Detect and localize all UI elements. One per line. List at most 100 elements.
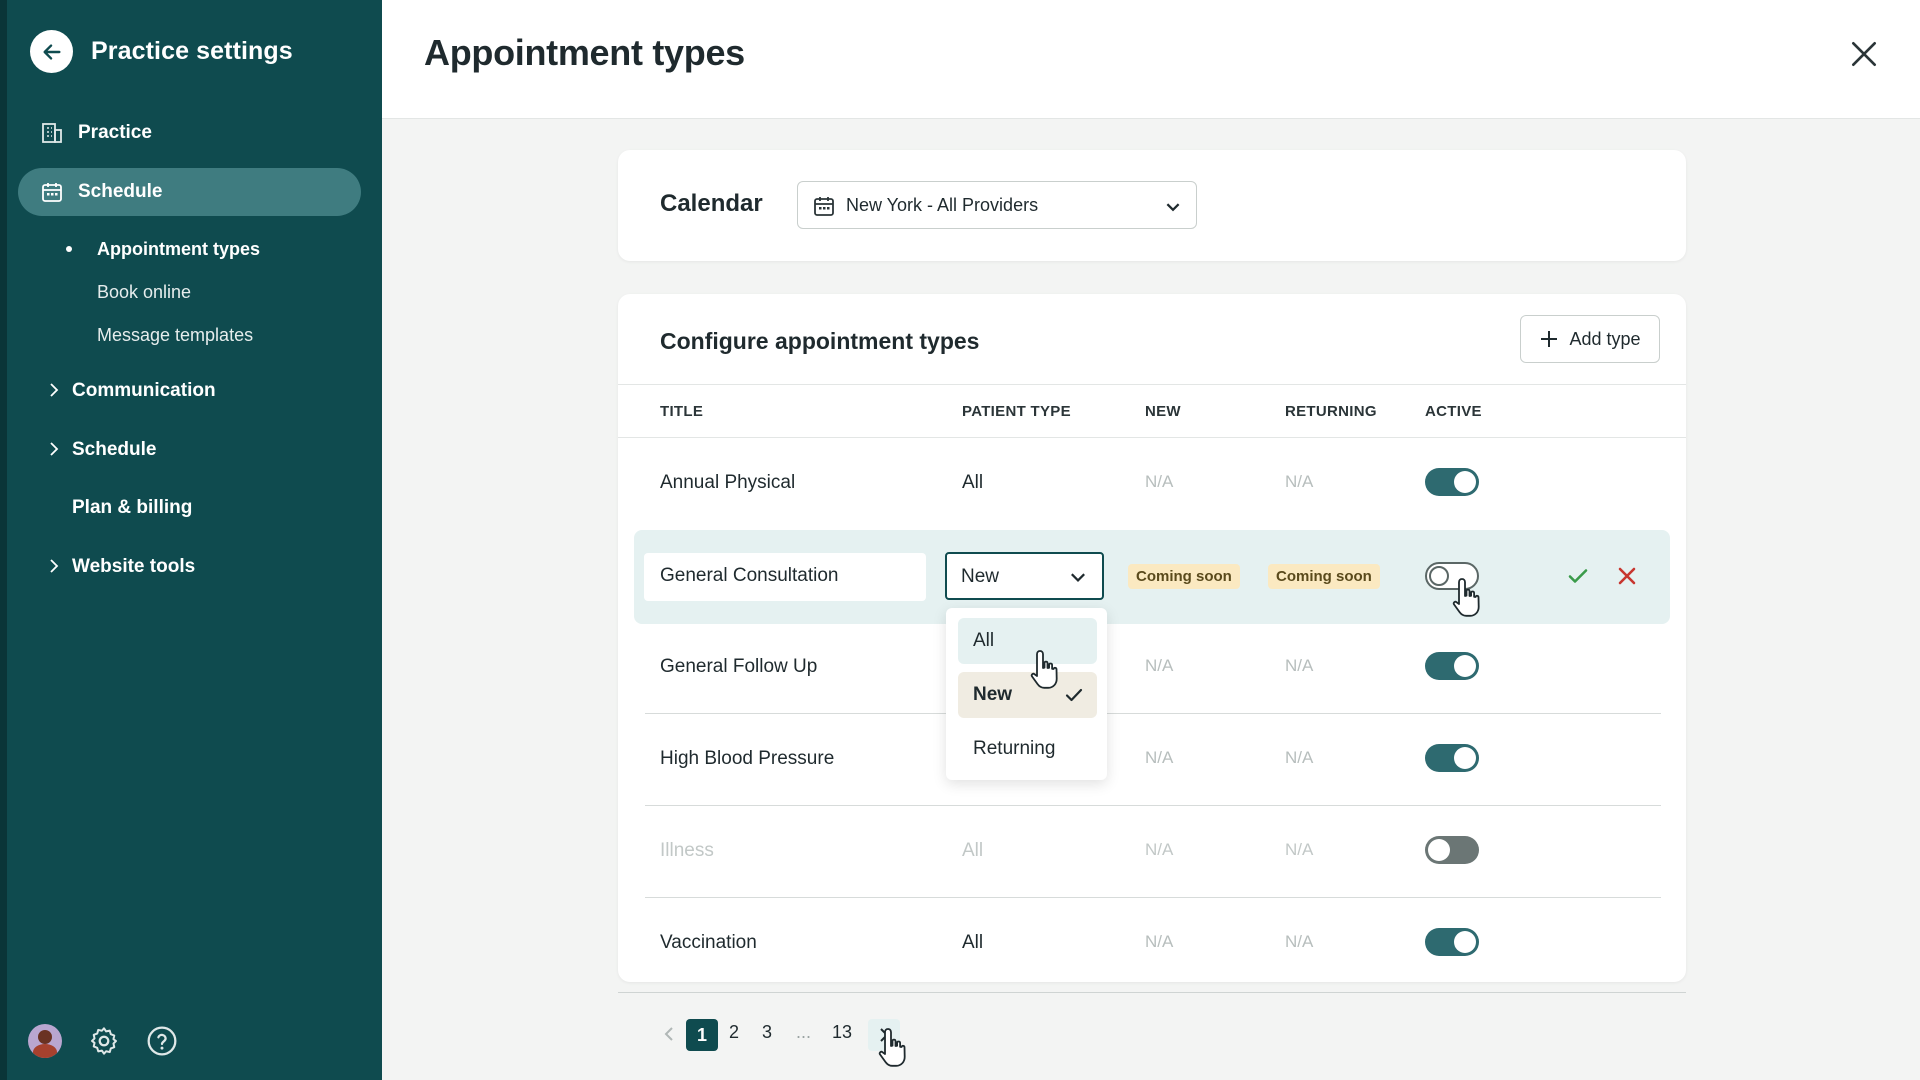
row-new: N/A: [1145, 932, 1174, 951]
active-toggle[interactable]: [1425, 836, 1479, 864]
page-3-button[interactable]: 3: [762, 1022, 772, 1043]
sidebar-item-plan-billing[interactable]: Plan & billing: [18, 484, 361, 532]
sidebar-group-schedule[interactable]: Schedule: [18, 426, 361, 474]
pagination: 1 2 3 ... 13: [382, 992, 1920, 1072]
chevron-right-icon: [50, 383, 59, 397]
row-new: N/A: [1145, 748, 1174, 767]
row-returning: N/A: [1285, 748, 1314, 767]
sidebar-title: Practice settings: [91, 37, 293, 65]
column-header-active: ACTIVE: [1425, 403, 1482, 420]
help-icon[interactable]: [146, 1025, 178, 1057]
sidebar: Practice settings Practice Schedule Appo…: [0, 0, 382, 1080]
sidebar-item-schedule[interactable]: Schedule: [18, 168, 361, 216]
hand-cursor-icon: [1030, 650, 1058, 689]
section-title: Configure appointment types: [660, 328, 980, 354]
sidebar-header: Practice settings: [30, 30, 293, 73]
row-patient-type: All: [962, 840, 984, 861]
row-title: High Blood Pressure: [660, 748, 835, 769]
coming-soon-badge: Coming soon: [1128, 564, 1240, 589]
table-row: Vaccination All N/A N/A: [618, 898, 1686, 990]
column-header-title: TITLE: [660, 403, 704, 420]
table-header: TITLE PATIENT TYPE NEW RETURNING ACTIVE: [618, 384, 1686, 438]
calendar-icon: [814, 197, 834, 216]
column-header-returning: RETURNING: [1285, 403, 1377, 420]
table-row-editing: General Consultation New Coming soon Com…: [634, 530, 1670, 624]
main-content: Appointment types Calendar New York - Al…: [382, 0, 1920, 1080]
sidebar-edge: [0, 0, 7, 1080]
chevron-right-icon: [50, 442, 59, 456]
close-icon[interactable]: [1848, 38, 1880, 70]
row-new: N/A: [1145, 472, 1174, 491]
patient-type-select[interactable]: New: [945, 552, 1104, 600]
sidebar-footer: [28, 1024, 178, 1058]
row-returning: N/A: [1285, 932, 1314, 951]
calendar-label: Calendar: [660, 190, 763, 217]
calendar-icon: [42, 183, 62, 202]
sidebar-group-communication[interactable]: Communication: [18, 367, 361, 415]
row-patient-type: All: [962, 932, 984, 953]
sidebar-item-label: Schedule: [78, 181, 163, 202]
row-title: Vaccination: [660, 932, 757, 953]
active-toggle[interactable]: [1425, 652, 1479, 680]
check-icon: [1065, 688, 1083, 702]
calendar-select[interactable]: New York - All Providers: [797, 181, 1197, 229]
chevron-right-icon: [50, 559, 59, 573]
row-new: N/A: [1145, 656, 1174, 675]
sidebar-item-label: Schedule: [72, 439, 157, 460]
page-title: Appointment types: [424, 32, 745, 73]
chevron-left-icon[interactable]: [662, 1026, 676, 1042]
table-row: Illness All N/A N/A: [618, 806, 1686, 898]
calendar-value: New York - All Providers: [846, 195, 1039, 215]
page-2-button[interactable]: 2: [729, 1022, 739, 1043]
check-icon[interactable]: [1566, 564, 1590, 588]
sidebar-item-label: Plan & billing: [72, 497, 193, 518]
chevron-down-icon: [1071, 573, 1085, 582]
page-1-button[interactable]: 1: [686, 1019, 718, 1051]
column-header-patient-type: PATIENT TYPE: [962, 403, 1071, 420]
plus-icon: [1541, 331, 1558, 347]
title-input[interactable]: General Consultation: [644, 553, 926, 601]
active-toggle[interactable]: [1425, 744, 1479, 772]
page-13-button[interactable]: 13: [832, 1022, 852, 1043]
sidebar-subitem-appointment-types[interactable]: Appointment types: [97, 239, 260, 260]
sidebar-group-website-tools[interactable]: Website tools: [18, 543, 361, 591]
arrow-left-icon: [42, 43, 61, 60]
row-title: Illness: [660, 840, 714, 861]
pagination-divider: [618, 992, 1686, 993]
row-returning: N/A: [1285, 840, 1314, 859]
active-toggle[interactable]: [1425, 928, 1479, 956]
calendar-card: Calendar New York - All Providers: [618, 150, 1686, 261]
hand-cursor-icon: [878, 1028, 906, 1067]
page-ellipsis: ...: [796, 1022, 812, 1042]
appointment-types-card: Configure appointment types Add type TIT…: [618, 294, 1686, 982]
sidebar-item-label: Communication: [72, 380, 216, 401]
row-returning: N/A: [1285, 472, 1314, 491]
row-returning: N/A: [1285, 656, 1314, 675]
dropdown-option-returning[interactable]: Returning: [958, 726, 1097, 772]
active-bullet: [66, 246, 72, 252]
sidebar-subitem-book-online[interactable]: Book online: [97, 282, 191, 303]
table-row: Annual Physical All N/A N/A: [618, 438, 1686, 530]
patient-type-dropdown: All New Returning: [946, 608, 1107, 780]
back-button[interactable]: [30, 30, 73, 73]
building-icon: [42, 123, 62, 143]
coming-soon-badge: Coming soon: [1268, 564, 1380, 589]
row-title: General Follow Up: [660, 656, 818, 677]
main-header: Appointment types: [382, 0, 1920, 119]
patient-type-value: New: [961, 566, 1000, 587]
row-patient-type: All: [962, 472, 984, 493]
active-toggle[interactable]: [1425, 468, 1479, 496]
sidebar-item-label: Practice: [78, 122, 152, 143]
sidebar-item-practice[interactable]: Practice: [18, 109, 361, 157]
row-title: Annual Physical: [660, 472, 796, 493]
add-type-button[interactable]: Add type: [1520, 315, 1660, 363]
chevron-down-icon: [1166, 203, 1180, 212]
gear-icon[interactable]: [88, 1025, 120, 1057]
close-icon[interactable]: [1616, 565, 1638, 587]
add-type-label: Add type: [1569, 328, 1641, 349]
column-header-new: NEW: [1145, 403, 1181, 420]
sidebar-subitem-message-templates[interactable]: Message templates: [97, 325, 253, 346]
avatar[interactable]: [28, 1024, 62, 1058]
table-row: High Blood Pressure N/A N/A: [618, 714, 1686, 806]
dropdown-option-label: New: [973, 684, 1013, 705]
